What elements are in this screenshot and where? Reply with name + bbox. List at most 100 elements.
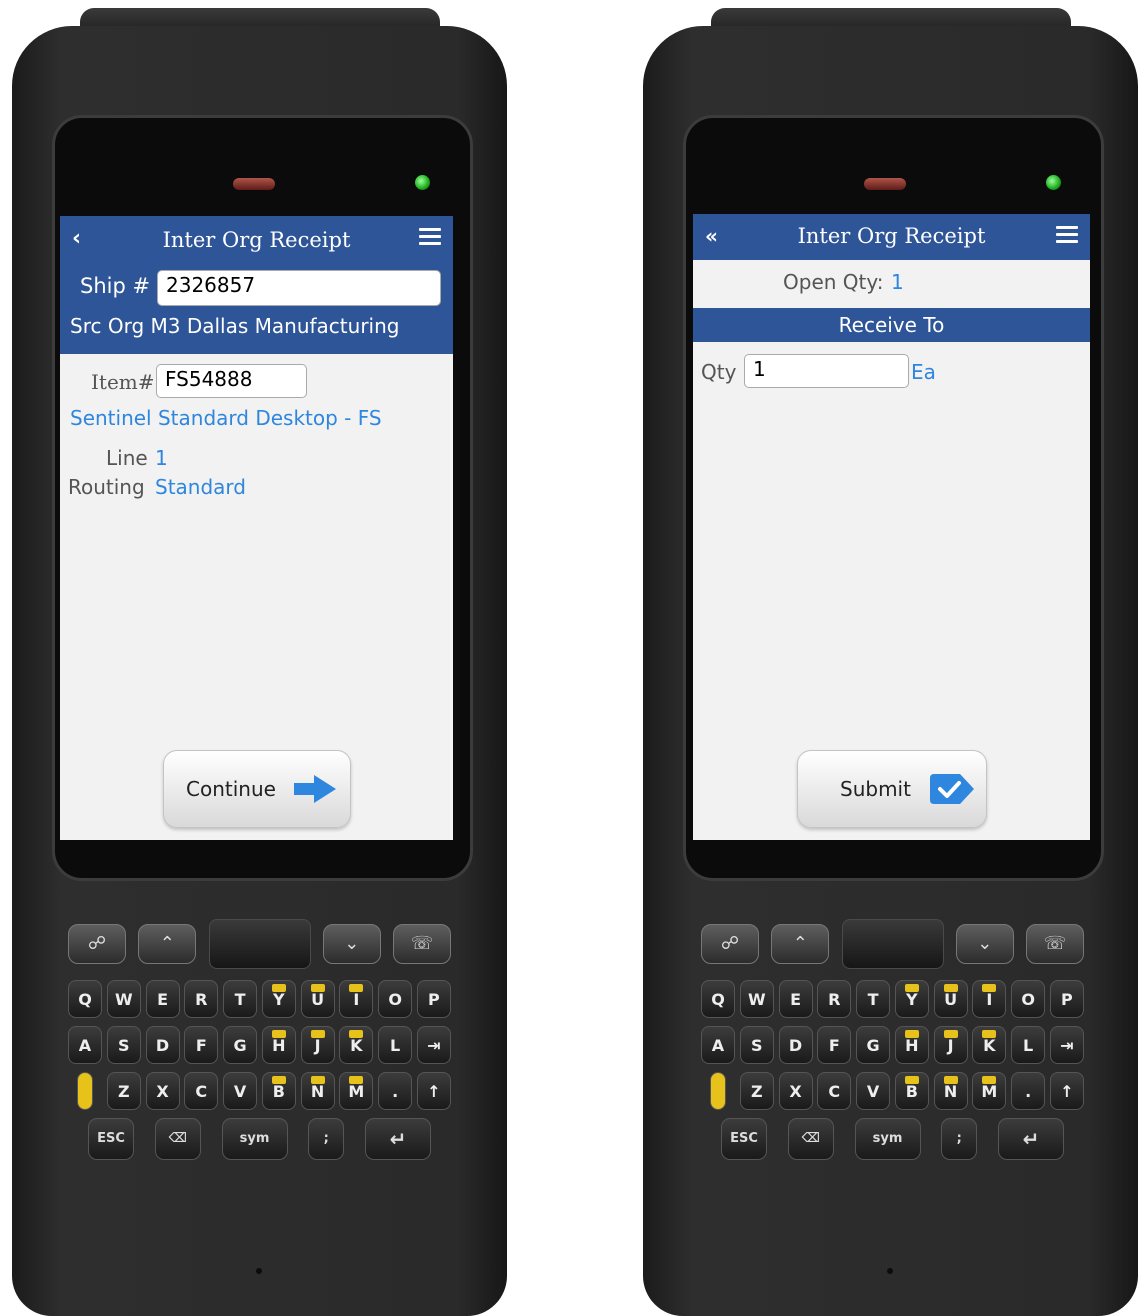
space-sym-key[interactable]: sym bbox=[221, 1118, 288, 1160]
source-org-text: Src Org M3 Dallas Manufacturing bbox=[70, 314, 400, 338]
key-o[interactable]: O bbox=[378, 980, 413, 1018]
comma-key[interactable]: ; bbox=[308, 1118, 345, 1160]
key-h[interactable]: H bbox=[261, 1026, 296, 1064]
enter-key[interactable]: ↵ bbox=[365, 1118, 431, 1160]
yellow-shift-key[interactable] bbox=[710, 1072, 726, 1110]
tab-key[interactable]: ⇥ bbox=[416, 1026, 451, 1064]
key-p[interactable]: P bbox=[1049, 980, 1084, 1018]
page-title: Inter Org Receipt bbox=[162, 228, 351, 252]
key-c[interactable]: C bbox=[817, 1072, 852, 1110]
scan-trigger-key[interactable] bbox=[208, 919, 311, 969]
key-e[interactable]: E bbox=[778, 980, 813, 1018]
checkmark-icon bbox=[930, 774, 974, 804]
key-m[interactable]: M bbox=[339, 1072, 374, 1110]
shift-key[interactable]: ↑ bbox=[416, 1072, 451, 1110]
period-key[interactable]: . bbox=[378, 1072, 413, 1110]
uom-value: Ea bbox=[911, 360, 936, 384]
key-f[interactable]: F bbox=[817, 1026, 852, 1064]
title-bar: ‹ Inter Org Receipt bbox=[60, 216, 453, 266]
key-b[interactable]: B bbox=[894, 1072, 929, 1110]
key-a[interactable]: A bbox=[68, 1026, 102, 1064]
call-key[interactable]: ☍ bbox=[68, 924, 126, 964]
key-j[interactable]: J bbox=[300, 1026, 335, 1064]
call-key[interactable]: ☍ bbox=[701, 924, 759, 964]
key-u[interactable]: U bbox=[933, 980, 968, 1018]
down-key[interactable]: ⌄ bbox=[322, 924, 381, 964]
key-w[interactable]: W bbox=[739, 980, 774, 1018]
end-call-key[interactable]: ☏ bbox=[393, 924, 451, 964]
key-o[interactable]: O bbox=[1011, 980, 1046, 1018]
key-r[interactable]: R bbox=[184, 980, 219, 1018]
key-y[interactable]: Y bbox=[894, 980, 929, 1018]
microphone-hole bbox=[887, 1268, 893, 1274]
esc-key[interactable]: ESC bbox=[721, 1118, 767, 1160]
key-n[interactable]: N bbox=[933, 1072, 968, 1110]
backspace-key[interactable]: ⌫ bbox=[787, 1118, 834, 1160]
key-s[interactable]: S bbox=[739, 1026, 774, 1064]
key-e[interactable]: E bbox=[145, 980, 180, 1018]
key-k[interactable]: K bbox=[339, 1026, 374, 1064]
submit-button[interactable]: Submit bbox=[797, 750, 987, 828]
key-h[interactable]: H bbox=[894, 1026, 929, 1064]
key-z[interactable]: Z bbox=[106, 1072, 141, 1110]
key-d[interactable]: D bbox=[778, 1026, 813, 1064]
qty-label: Qty bbox=[701, 360, 737, 384]
key-r[interactable]: R bbox=[817, 980, 852, 1018]
comma-key[interactable]: ; bbox=[941, 1118, 978, 1160]
key-x[interactable]: X bbox=[778, 1072, 813, 1110]
key-k[interactable]: K bbox=[972, 1026, 1007, 1064]
tab-key[interactable]: ⇥ bbox=[1049, 1026, 1084, 1064]
shift-key[interactable]: ↑ bbox=[1049, 1072, 1084, 1110]
key-j[interactable]: J bbox=[933, 1026, 968, 1064]
key-v[interactable]: V bbox=[223, 1072, 258, 1110]
enter-key[interactable]: ↵ bbox=[998, 1118, 1064, 1160]
key-n[interactable]: N bbox=[300, 1072, 335, 1110]
esc-key[interactable]: ESC bbox=[88, 1118, 134, 1160]
key-b[interactable]: B bbox=[261, 1072, 296, 1110]
key-c[interactable]: C bbox=[184, 1072, 219, 1110]
key-t[interactable]: T bbox=[856, 980, 891, 1018]
hamburger-menu-icon[interactable] bbox=[1056, 226, 1078, 244]
scan-trigger-key[interactable] bbox=[841, 919, 944, 969]
key-g[interactable]: G bbox=[223, 1026, 258, 1064]
key-v[interactable]: V bbox=[856, 1072, 891, 1110]
ship-number-input[interactable]: 2326857 bbox=[157, 270, 441, 306]
key-i[interactable]: I bbox=[339, 980, 374, 1018]
key-f[interactable]: F bbox=[184, 1026, 219, 1064]
key-d[interactable]: D bbox=[145, 1026, 180, 1064]
key-s[interactable]: S bbox=[106, 1026, 141, 1064]
key-q[interactable]: Q bbox=[701, 980, 735, 1018]
yellow-shift-key[interactable] bbox=[77, 1072, 93, 1110]
key-m[interactable]: M bbox=[972, 1072, 1007, 1110]
key-w[interactable]: W bbox=[106, 980, 141, 1018]
item-number-input[interactable]: FS54888 bbox=[156, 364, 307, 398]
item-description: Sentinel Standard Desktop - FS bbox=[70, 406, 382, 430]
continue-button[interactable]: Continue bbox=[163, 750, 351, 828]
item-label: Item# bbox=[91, 370, 155, 394]
key-l[interactable]: L bbox=[1011, 1026, 1046, 1064]
status-led bbox=[415, 175, 430, 190]
key-a[interactable]: A bbox=[701, 1026, 735, 1064]
end-call-key[interactable]: ☏ bbox=[1026, 924, 1084, 964]
hamburger-menu-icon[interactable] bbox=[419, 228, 441, 246]
routing-value: Standard bbox=[155, 475, 246, 499]
handheld-device-right: « Inter Org Receipt Open Qty: 1 Receive … bbox=[643, 0, 1138, 1316]
key-u[interactable]: U bbox=[300, 980, 335, 1018]
qty-input[interactable]: 1 bbox=[744, 354, 909, 388]
up-key[interactable]: ⌃ bbox=[138, 924, 197, 964]
backspace-key[interactable]: ⌫ bbox=[154, 1118, 201, 1160]
key-y[interactable]: Y bbox=[261, 980, 296, 1018]
key-g[interactable]: G bbox=[856, 1026, 891, 1064]
key-i[interactable]: I bbox=[972, 980, 1007, 1018]
key-p[interactable]: P bbox=[416, 980, 451, 1018]
up-key[interactable]: ⌃ bbox=[771, 924, 830, 964]
key-l[interactable]: L bbox=[378, 1026, 413, 1064]
key-q[interactable]: Q bbox=[68, 980, 102, 1018]
period-key[interactable]: . bbox=[1011, 1072, 1046, 1110]
key-z[interactable]: Z bbox=[739, 1072, 774, 1110]
down-key[interactable]: ⌄ bbox=[955, 924, 1014, 964]
space-sym-key[interactable]: sym bbox=[854, 1118, 921, 1160]
key-t[interactable]: T bbox=[223, 980, 258, 1018]
key-x[interactable]: X bbox=[145, 1072, 180, 1110]
status-led bbox=[1046, 175, 1061, 190]
